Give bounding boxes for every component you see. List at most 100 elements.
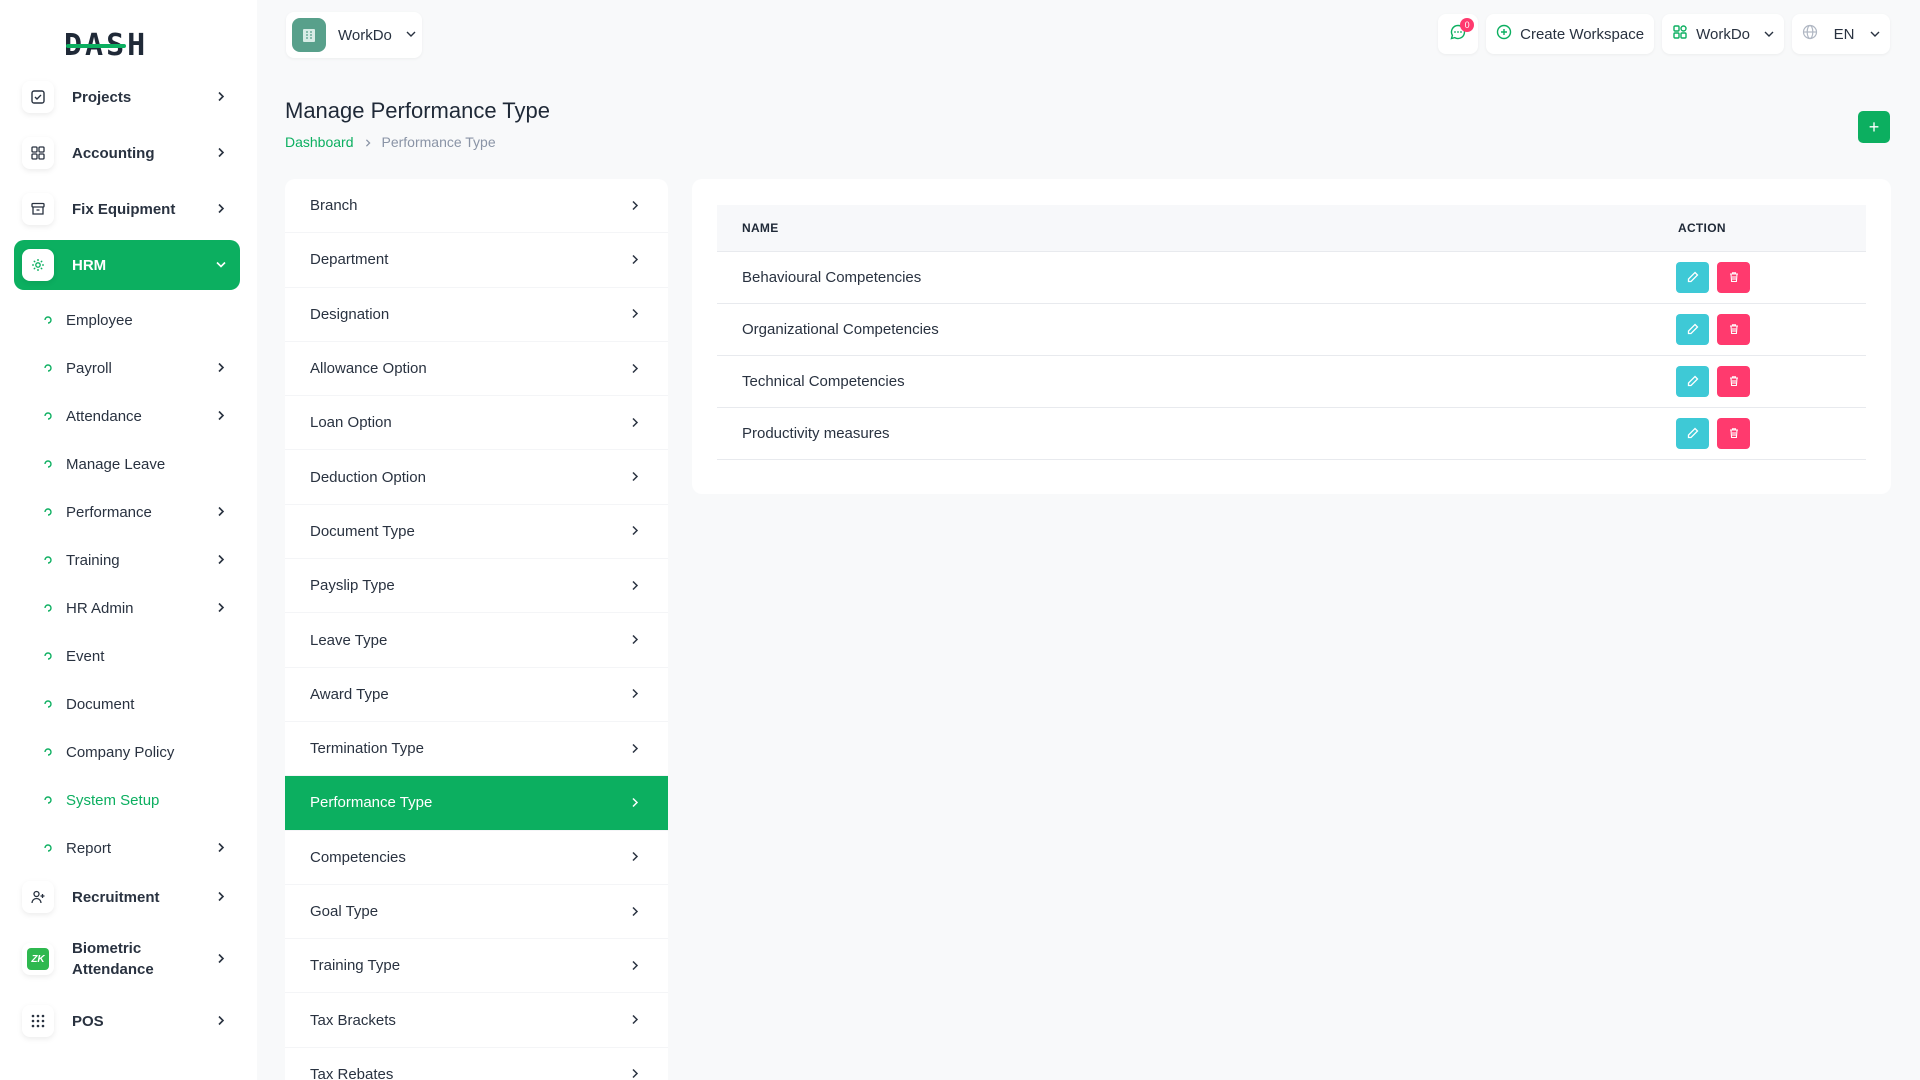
- bullet-icon: [42, 506, 54, 518]
- setup-item-label: Branch: [310, 197, 358, 215]
- sidebar-item-accounting[interactable]: Accounting: [14, 128, 240, 178]
- bullet-icon: [42, 602, 54, 614]
- sidebar-item-label: Accounting: [72, 144, 155, 162]
- sidebar-subitem-hr-admin[interactable]: HR Admin: [42, 584, 240, 632]
- sidebar-item-pos[interactable]: POS: [14, 996, 240, 1046]
- chevron-right-icon: [630, 794, 640, 811]
- setup-item-branch[interactable]: Branch: [285, 179, 668, 234]
- sidebar-subitem-attendance[interactable]: Attendance: [42, 392, 240, 440]
- chevron-right-icon: [630, 306, 640, 323]
- setup-item-deduction-option[interactable]: Deduction Option: [285, 450, 668, 505]
- setup-item-document-type[interactable]: Document Type: [285, 505, 668, 560]
- bullet-icon: [42, 794, 54, 806]
- chevron-right-icon: [216, 889, 226, 906]
- chevron-right-icon: [216, 360, 226, 377]
- sidebar-subitem-performance[interactable]: Performance: [42, 488, 240, 536]
- sidebar-subitem-company-policy[interactable]: Company Policy: [42, 728, 240, 776]
- workspace-menu-label: WorkDo: [1696, 25, 1750, 43]
- delete-button[interactable]: [1717, 417, 1750, 449]
- bullet-icon: [42, 746, 54, 758]
- chevron-right-icon: [216, 600, 226, 617]
- edit-button[interactable]: [1676, 261, 1709, 293]
- archive-icon: [22, 193, 54, 225]
- language-selector[interactable]: EN: [1792, 14, 1890, 54]
- add-performance-type-button[interactable]: +: [1858, 111, 1890, 143]
- sidebar-subitem-document[interactable]: Document: [42, 680, 240, 728]
- delete-button[interactable]: [1717, 365, 1750, 397]
- pencil-icon: [1687, 323, 1698, 335]
- sidebar-subitem-report[interactable]: Report: [42, 824, 240, 872]
- sidebar-item-hrm[interactable]: HRM: [14, 240, 240, 290]
- sidebar-item-biometric-attendance[interactable]: ZK Biometric Attendance: [14, 928, 240, 990]
- sidebar-item-fix-equipment[interactable]: Fix Equipment: [14, 184, 240, 234]
- table-header-row: NAME ACTION: [717, 205, 1866, 252]
- chevron-right-icon: [630, 197, 640, 214]
- zk-badge: ZK: [27, 948, 49, 970]
- sidebar-subitem-payroll[interactable]: Payroll: [42, 344, 240, 392]
- delete-button[interactable]: [1717, 313, 1750, 345]
- zk-icon: ZK: [22, 943, 54, 975]
- row-name: Organizational Competencies: [717, 303, 1676, 356]
- chevron-right-icon: [216, 145, 226, 162]
- breadcrumb: Dashboard Performance Type: [285, 134, 496, 150]
- edit-button[interactable]: [1676, 313, 1709, 345]
- sidebar-subitem-manage-leave[interactable]: Manage Leave: [42, 440, 240, 488]
- chevron-right-icon: [630, 523, 640, 540]
- delete-button[interactable]: [1717, 261, 1750, 293]
- chevron-right-icon: [216, 201, 226, 218]
- chevron-right-icon: [216, 504, 226, 521]
- sidebar-subitem-training[interactable]: Training: [42, 536, 240, 584]
- setup-item-award-type[interactable]: Award Type: [285, 668, 668, 722]
- setup-item-tax-rebates[interactable]: Tax Rebates: [285, 1048, 668, 1080]
- sidebar-item-recruitment[interactable]: Recruitment: [14, 872, 240, 922]
- chevron-down-icon: [216, 257, 226, 274]
- checkbox-icon: [22, 81, 54, 113]
- performance-type-table-card: NAME ACTION Behavioural Competencies Org…: [692, 179, 1891, 494]
- sidebar-subitem-employee[interactable]: Employee: [42, 296, 240, 344]
- sidebar-subitem-label: Document: [66, 695, 135, 713]
- chevron-right-icon: [630, 1066, 640, 1080]
- edit-button[interactable]: [1676, 365, 1709, 397]
- setup-item-competencies[interactable]: Competencies: [285, 831, 668, 885]
- messages-button[interactable]: 0: [1438, 14, 1479, 54]
- sidebar-subitem-event[interactable]: Event: [42, 632, 240, 680]
- setup-item-allowance-option[interactable]: Allowance Option: [285, 342, 668, 397]
- sidebar-subitem-label: Manage Leave: [66, 455, 166, 473]
- user-plus-icon: [22, 881, 54, 913]
- trash-icon: [1729, 376, 1738, 387]
- setup-item-tax-brackets[interactable]: Tax Brackets: [285, 993, 668, 1048]
- setup-item-label: Allowance Option: [310, 360, 427, 378]
- grid-icon: [22, 137, 54, 169]
- setup-item-performance-type[interactable]: Performance Type: [285, 776, 668, 831]
- sidebar-subitem-label: Event: [66, 647, 105, 665]
- setup-item-label: Tax Brackets: [310, 1011, 396, 1029]
- workspace-name: WorkDo: [338, 26, 392, 44]
- setup-item-department[interactable]: Department: [285, 233, 668, 288]
- workspace-switcher[interactable]: WorkDo: [286, 12, 422, 58]
- sidebar-item-projects[interactable]: Projects: [14, 72, 240, 122]
- create-workspace-button[interactable]: Create Workspace: [1486, 14, 1655, 54]
- setup-item-payslip-type[interactable]: Payslip Type: [285, 559, 668, 614]
- sidebar-subitem-label: HR Admin: [66, 599, 134, 617]
- sidebar-subitem-label: Training: [66, 551, 120, 569]
- plus-circle-icon: [1496, 24, 1512, 44]
- table-row: Behavioural Competencies: [717, 251, 1866, 304]
- setup-item-goal-type[interactable]: Goal Type: [285, 885, 668, 940]
- setup-item-leave-type[interactable]: Leave Type: [285, 613, 668, 668]
- bullet-icon: [42, 314, 54, 326]
- building-icon: [292, 18, 326, 52]
- chevron-right-icon: [216, 840, 226, 857]
- globe-icon: [1802, 24, 1818, 44]
- sidebar-subitem-system-setup[interactable]: System Setup: [42, 776, 240, 824]
- workspace-menu-button[interactable]: WorkDo: [1662, 14, 1784, 54]
- chevron-right-icon: [630, 632, 640, 649]
- breadcrumb-dashboard-link[interactable]: Dashboard: [285, 134, 354, 150]
- edit-button[interactable]: [1676, 417, 1709, 449]
- setup-item-loan-option[interactable]: Loan Option: [285, 396, 668, 451]
- setup-item-termination-type[interactable]: Termination Type: [285, 722, 668, 777]
- chevron-right-icon: [630, 957, 640, 974]
- sidebar-item-label: HRM: [72, 256, 107, 274]
- setup-item-training-type[interactable]: Training Type: [285, 939, 668, 994]
- setup-item-designation[interactable]: Designation: [285, 288, 668, 342]
- dots-grid-icon: [22, 1005, 54, 1037]
